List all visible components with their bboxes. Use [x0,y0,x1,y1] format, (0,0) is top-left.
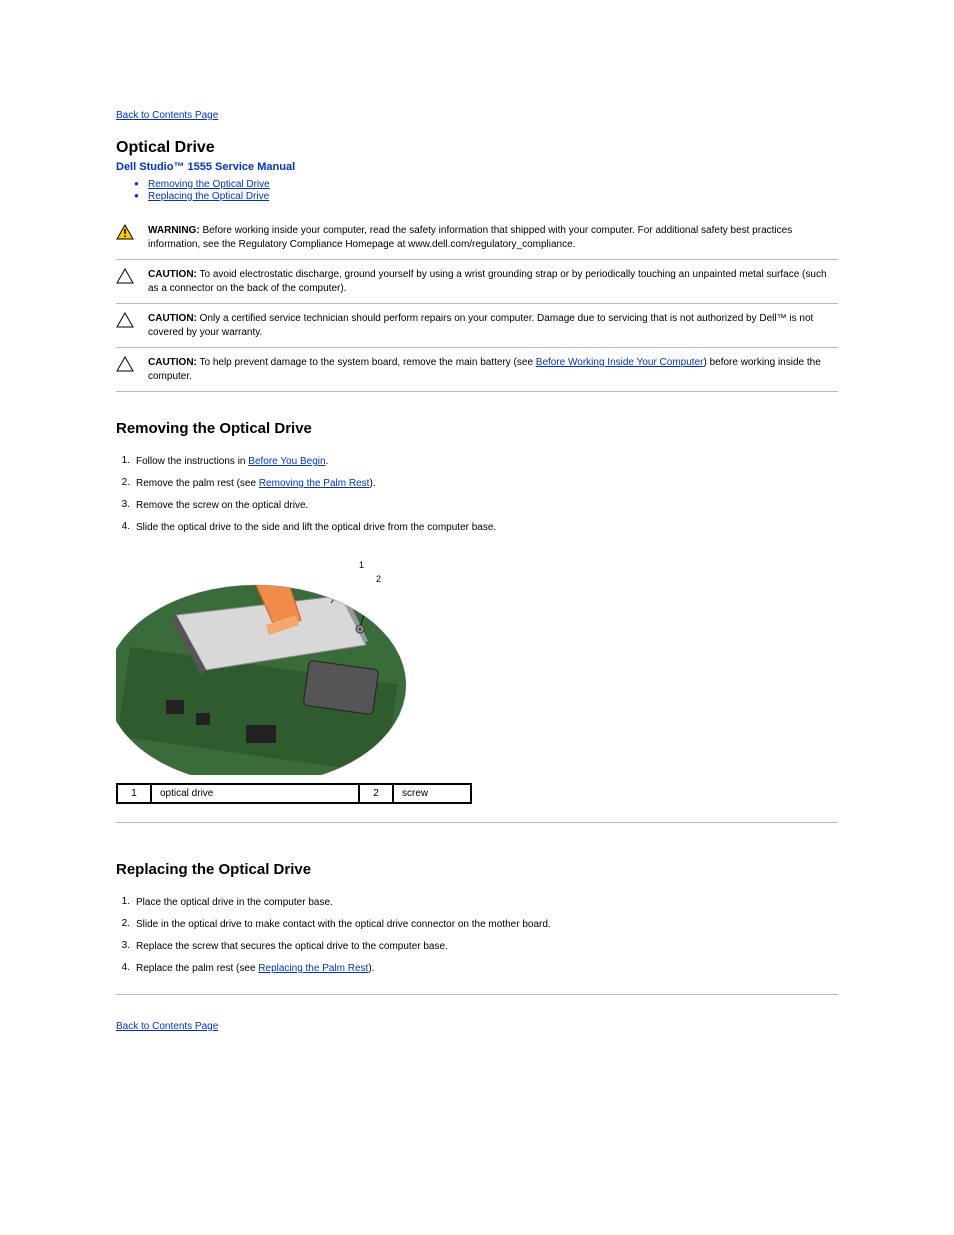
step-text: Slide the optical drive to the side and … [136,522,496,533]
optical-drive-figure: 1 2 [116,555,426,775]
caution3-link[interactable]: Before Working Inside Your Computer [536,357,704,368]
section-divider [116,994,838,995]
step-text: Replace the screw that secures the optic… [136,941,448,952]
step-text: Remove the screw on the optical drive. [136,500,308,511]
caution-notice-1: CAUTION: To avoid electrostatic discharg… [116,260,838,304]
callout-table: 1 optical drive 2 screw [116,783,472,804]
caution-notice-3: CAUTION: To help prevent damage to the s… [116,348,838,392]
replacing-step: 4. Replace the palm rest (see Replacing … [116,962,838,976]
caution-notice-2: CAUTION: Only a certified service techni… [116,304,838,348]
step-text-after: ). [368,963,374,974]
removing-step: 1. Follow the instructions in Before You… [116,455,838,469]
step-text: Replace the palm rest (see [136,963,258,974]
step-text: Slide in the optical drive to make conta… [136,919,551,930]
warning-lead: WARNING: [148,225,200,236]
svg-text:2: 2 [376,574,381,584]
toc-list: Removing the Optical Drive Replacing the… [134,179,838,202]
removing-title: Removing the Optical Drive [116,420,838,437]
callout-2-num: 2 [359,784,393,803]
removing-step: 4. Slide the optical drive to the side a… [116,521,838,535]
callout-1-num: 1 [117,784,151,803]
back-link-top: Back to Contents Page [116,110,838,121]
caution3-body-a: To help prevent damage to the system boa… [197,357,536,368]
caution-icon [116,312,138,328]
page-title: Optical Drive [116,139,838,157]
replacing-step: 1. Place the optical drive in the comput… [116,896,838,910]
svg-text:1: 1 [359,560,364,570]
step-text: Follow the instructions in [136,456,248,467]
section-divider [116,822,838,823]
warning-icon [116,224,138,240]
removing-step: 2. Remove the palm rest (see Removing th… [116,477,838,491]
step-text-after: ). [369,478,375,489]
callout-1-label: optical drive [151,784,359,803]
caution-icon [116,268,138,284]
caution1-lead: CAUTION: [148,269,197,280]
callout-2-label: screw [393,784,471,803]
back-link-bottom: Back to Contents Page [116,1021,838,1032]
warning-body: Before working inside your computer, rea… [148,225,792,250]
removing-step: 3. Remove the screw on the optical drive… [116,499,838,513]
step-link[interactable]: Before You Begin [248,456,325,467]
toc-removing-item: Removing the Optical Drive [134,179,838,190]
step-text: Place the optical drive in the computer … [136,897,333,908]
step-link[interactable]: Removing the Palm Rest [259,478,370,489]
back-to-contents-link[interactable]: Back to Contents Page [116,1021,218,1032]
table-row: 1 optical drive 2 screw [117,784,471,803]
step-number: 1. [116,455,130,469]
toc-replacing-item: Replacing the Optical Drive [134,191,838,202]
warning-notice: WARNING: Before working inside your comp… [116,216,838,260]
replacing-title: Replacing the Optical Drive [116,861,838,878]
step-number: 2. [116,477,130,491]
caution2-body: Only a certified service technician shou… [148,313,813,338]
replacing-step: 2. Slide in the optical drive to make co… [116,918,838,932]
step-number: 3. [116,940,130,954]
caution3-lead: CAUTION: [148,357,197,368]
step-number: 3. [116,499,130,513]
step-number: 4. [116,521,130,535]
manual-subtitle: Dell Studio™ 1555 Service Manual [116,161,838,173]
caution2-lead: CAUTION: [148,313,197,324]
toc-replacing-link[interactable]: Replacing the Optical Drive [148,191,269,202]
caution-icon [116,356,138,372]
step-text-after: . [326,456,329,467]
back-to-contents-link[interactable]: Back to Contents Page [116,110,218,121]
replacing-step: 3. Replace the screw that secures the op… [116,940,838,954]
step-number: 4. [116,962,130,976]
toc-removing-link[interactable]: Removing the Optical Drive [148,179,270,190]
step-text: Remove the palm rest (see [136,478,259,489]
caution1-body: To avoid electrostatic discharge, ground… [148,269,827,294]
step-number: 1. [116,896,130,910]
step-number: 2. [116,918,130,932]
step-link[interactable]: Replacing the Palm Rest [258,963,368,974]
